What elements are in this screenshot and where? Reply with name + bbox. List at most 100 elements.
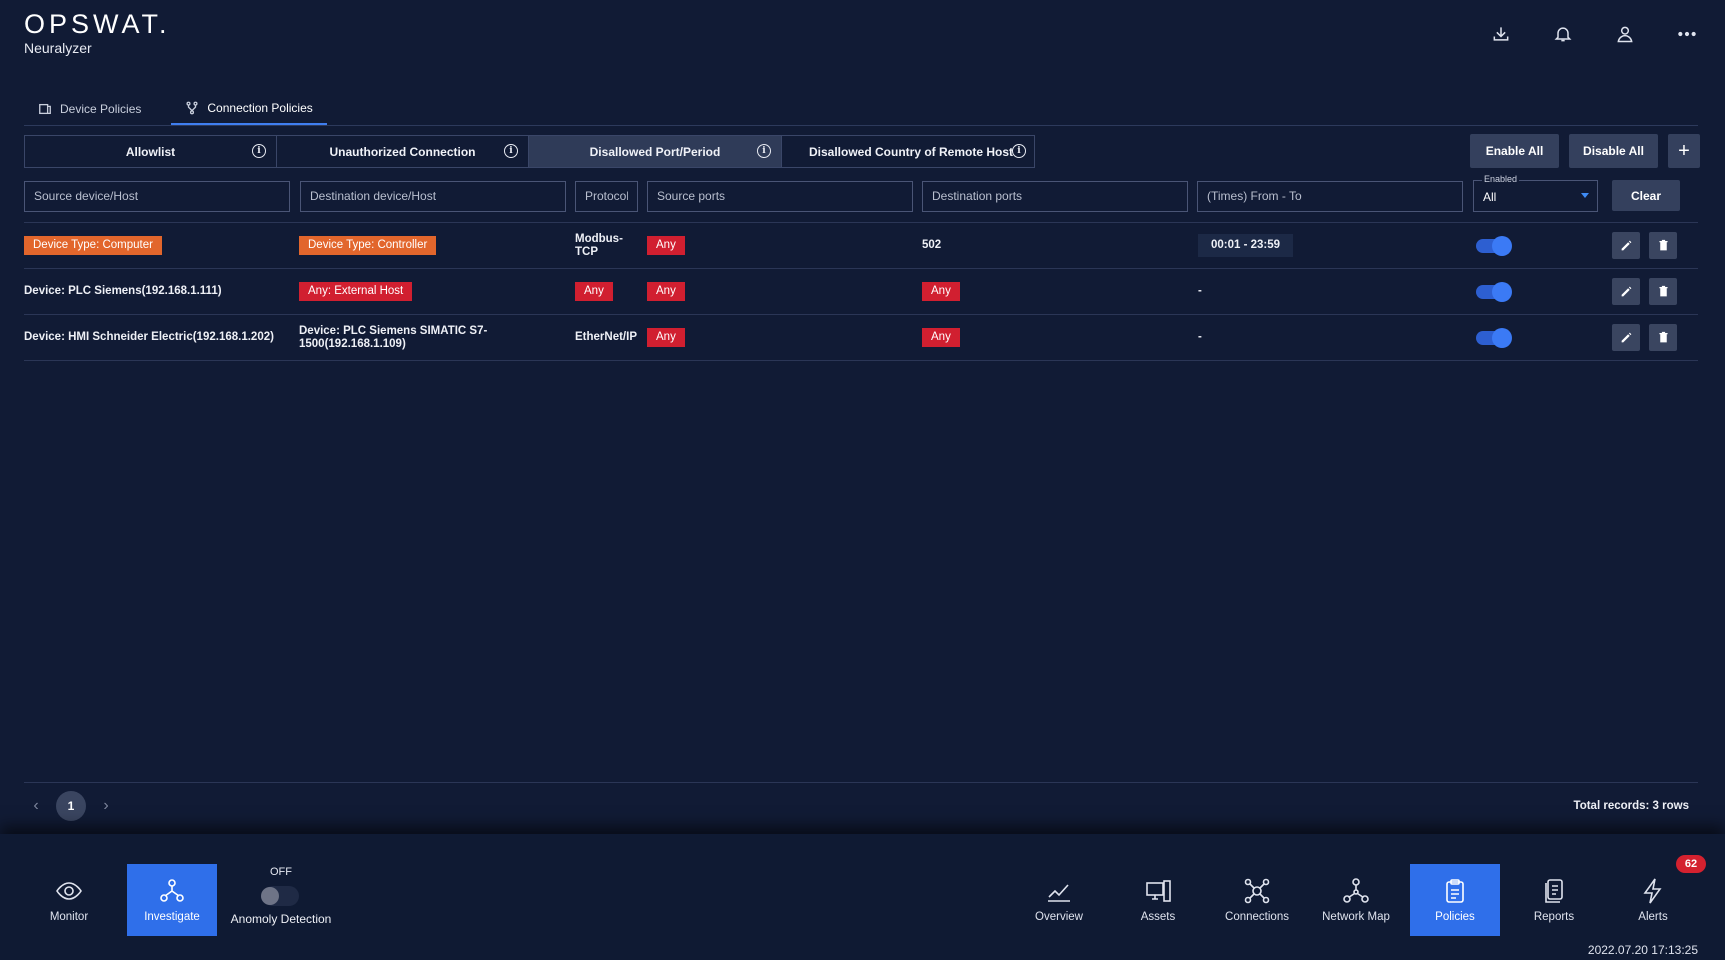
row-actions xyxy=(1612,269,1677,314)
edit-button[interactable] xyxy=(1612,232,1640,259)
segment-disallowed-port-period[interactable]: Disallowed Port/Period i xyxy=(529,136,782,167)
info-icon[interactable]: i xyxy=(1012,144,1026,158)
source-filter-input[interactable] xyxy=(24,180,290,212)
edit-button[interactable] xyxy=(1612,278,1640,305)
protocol-filter-input[interactable] xyxy=(575,180,638,212)
investigate-icon xyxy=(160,879,184,902)
nav-connections[interactable]: Connections xyxy=(1212,864,1302,936)
nav-label: Overview xyxy=(1035,911,1083,923)
info-icon[interactable]: i xyxy=(504,144,518,158)
filter-bar: Enabled All xyxy=(24,174,1598,212)
time-range-filter-input[interactable] xyxy=(1197,180,1463,212)
enabled-cell xyxy=(1476,223,1512,268)
source-ports-tag: Any xyxy=(647,282,685,301)
enabled-toggle[interactable] xyxy=(1476,235,1512,256)
enabled-select[interactable]: Enabled All xyxy=(1473,174,1598,212)
delete-button[interactable] xyxy=(1649,232,1677,259)
nav-label: Network Map xyxy=(1322,911,1390,923)
prev-page-button[interactable]: ‹ xyxy=(30,797,42,815)
destination-cell: Any: External Host xyxy=(299,269,413,314)
total-records: Total records: 3 rows xyxy=(1573,800,1689,812)
destination-tag: Any: External Host xyxy=(299,282,413,301)
time-range-chip: 00:01 - 23:59 xyxy=(1198,234,1294,257)
protocol-cell: Modbus-TCP xyxy=(575,232,623,258)
enabled-toggle[interactable] xyxy=(1476,327,1512,348)
tab-connection-policies[interactable]: Connection Policies xyxy=(171,92,327,125)
tab-label: Connection Policies xyxy=(207,100,313,115)
segment-label: Unauthorized Connection xyxy=(329,144,476,159)
assets-icon xyxy=(1146,880,1171,902)
time-cell: - xyxy=(1198,331,1202,343)
anomaly-detection-toggle[interactable] xyxy=(261,886,299,906)
destination-filter-input[interactable] xyxy=(300,180,566,212)
opswat-logo: OPSWAT. xyxy=(24,9,171,39)
segment-disallowed-country[interactable]: Disallowed Country of Remote Host i xyxy=(782,136,1034,167)
nav-investigate[interactable]: Investigate xyxy=(127,864,217,936)
nav-label: Policies xyxy=(1435,911,1475,923)
edit-button[interactable] xyxy=(1612,324,1640,351)
info-icon[interactable]: i xyxy=(252,144,266,158)
device-icon xyxy=(39,103,51,114)
delete-button[interactable] xyxy=(1649,278,1677,305)
delete-button[interactable] xyxy=(1649,324,1677,351)
destination-cell: Device Type: Controller xyxy=(299,223,437,268)
user-icon[interactable] xyxy=(1613,22,1637,46)
destination-ports-cell: 502 xyxy=(922,239,942,251)
lightning-icon xyxy=(1643,878,1662,904)
add-policy-button[interactable]: + xyxy=(1668,134,1700,168)
policy-tabs: Device Policies Connection Policies xyxy=(24,92,1698,126)
more-icon[interactable] xyxy=(1675,22,1699,46)
tab-label: Device Policies xyxy=(60,101,142,116)
anomaly-label: Anomoly Detection xyxy=(230,912,332,926)
tab-device-policies[interactable]: Device Policies xyxy=(24,92,155,125)
segment-allowlist[interactable]: Allowlist i xyxy=(25,136,277,167)
nav-policies[interactable]: Policies xyxy=(1410,864,1500,936)
policy-type-selector: Allowlist i Unauthorized Connection i Di… xyxy=(24,135,1035,168)
enabled-cell xyxy=(1476,315,1512,360)
source-tag: Device Type: Computer xyxy=(24,236,162,255)
row-actions xyxy=(1612,223,1677,268)
pencil-icon xyxy=(1621,286,1631,297)
pagination-divider xyxy=(24,782,1698,783)
enable-all-button[interactable]: Enable All xyxy=(1470,134,1559,168)
page-number-button[interactable]: 1 xyxy=(56,791,86,821)
disable-all-button[interactable]: Disable All xyxy=(1569,134,1658,168)
protocol-cell: EtherNet/IP xyxy=(575,331,637,343)
next-page-button[interactable]: › xyxy=(100,797,112,815)
destination-ports-tag: Any xyxy=(922,282,960,301)
table-row: Device: PLC Siemens(192.168.1.111) Any: … xyxy=(24,269,1698,315)
nav-label: Investigate xyxy=(144,911,200,923)
bell-icon[interactable] xyxy=(1551,22,1575,46)
table-row: Device: HMI Schneider Electric(192.168.1… xyxy=(24,315,1698,361)
enabled-cell xyxy=(1476,269,1512,314)
chevron-down-icon xyxy=(1581,193,1589,198)
nav-label: Monitor xyxy=(49,911,89,923)
trash-icon xyxy=(1658,285,1668,297)
nav-reports[interactable]: Reports xyxy=(1509,864,1599,936)
download-icon[interactable] xyxy=(1489,22,1513,46)
nav-assets[interactable]: Assets xyxy=(1113,864,1203,936)
nav-monitor[interactable]: Monitor xyxy=(24,864,114,936)
source-cell: Device: HMI Schneider Electric(192.168.1… xyxy=(24,331,274,343)
source-ports-filter-input[interactable] xyxy=(647,180,913,212)
anomaly-detection: OFF Anomoly Detection xyxy=(229,866,333,926)
enabled-toggle[interactable] xyxy=(1476,281,1512,302)
segment-label: Disallowed Country of Remote Host xyxy=(809,144,1014,159)
reports-icon xyxy=(1545,879,1563,903)
source-ports-cell: Any xyxy=(647,269,685,314)
destination-ports-cell: Any xyxy=(922,269,960,314)
destination-ports-filter-input[interactable] xyxy=(922,180,1188,212)
brand: OPSWAT. Neuralyzer xyxy=(24,10,171,56)
enabled-select-value: All xyxy=(1483,190,1497,204)
pagination: ‹ 1 › xyxy=(30,791,112,821)
protocol-tag: Any xyxy=(575,282,613,301)
segment-label: Allowlist xyxy=(125,144,176,159)
policy-table: Device Type: Computer Device Type: Contr… xyxy=(24,222,1698,361)
segment-unauthorized-connection[interactable]: Unauthorized Connection i xyxy=(277,136,529,167)
nav-network-map[interactable]: Network Map xyxy=(1311,864,1401,936)
trash-icon xyxy=(1658,331,1668,343)
info-icon[interactable]: i xyxy=(757,144,771,158)
nav-alerts[interactable]: Alerts xyxy=(1608,864,1698,936)
clear-filters-button[interactable]: Clear xyxy=(1612,180,1680,211)
nav-overview[interactable]: Overview xyxy=(1014,864,1104,936)
